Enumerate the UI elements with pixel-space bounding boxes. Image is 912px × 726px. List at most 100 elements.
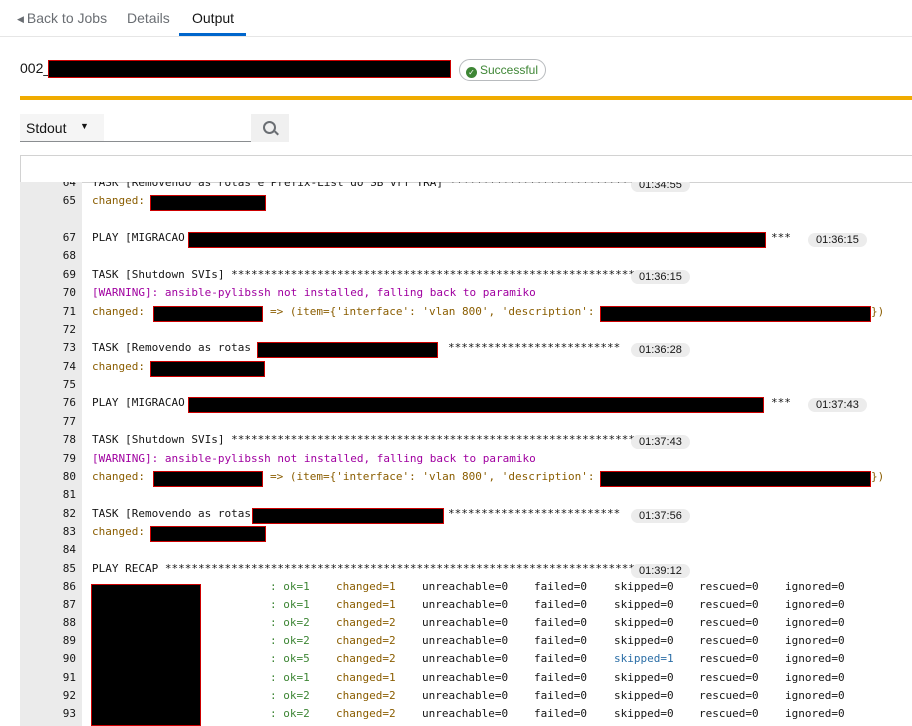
recap-changed: changed=1	[336, 598, 396, 611]
recap-failed: failed=0	[534, 652, 587, 665]
line-number: 75	[62, 378, 76, 391]
search-button[interactable]	[251, 114, 289, 142]
log-line: 80 changed: => (item={'interface': 'vlan …	[20, 470, 912, 488]
line-number: 81	[62, 488, 76, 501]
timestamp-badge: 01:34:55	[631, 182, 690, 192]
redacted-text	[252, 508, 444, 524]
log-line: 74 changed:	[20, 360, 912, 378]
log-line-text: changed:	[92, 305, 152, 318]
timestamp-badge: 01:36:28	[631, 343, 690, 357]
job-output-log[interactable]: 64 TASK [Removendo as rotas e Prefix-List…	[20, 182, 912, 726]
recap-unreachable: unreachable=0	[422, 671, 509, 684]
log-line-text: TASK [Shutdown SVIs] *******************…	[92, 268, 649, 281]
line-number: 82	[62, 507, 76, 520]
log-line: 78 TASK [Shutdown SVIs] *****************…	[20, 433, 912, 451]
recap-unreachable: unreachable=0	[422, 598, 509, 611]
log-line: 83 changed:	[20, 525, 912, 543]
log-line-text: TASK [Removendo as rotas	[92, 507, 258, 520]
line-number: 88	[62, 616, 76, 629]
line-number: 77	[62, 415, 76, 428]
log-line-text: changed:	[92, 470, 152, 483]
status-badge: ✓ Successful	[459, 59, 547, 81]
redacted-text	[150, 361, 265, 377]
timestamp-badge: 01:36:15	[808, 233, 867, 247]
line-number: 65	[62, 194, 76, 207]
recap-ignored: ignored=0	[785, 580, 845, 593]
log-line: 68	[20, 249, 912, 267]
log-line: 81	[20, 488, 912, 506]
log-line-text: TASK [Shutdown SVIs] *******************…	[92, 433, 649, 446]
line-number: 70	[62, 286, 76, 299]
recap-skipped: skipped=0	[614, 598, 674, 611]
log-line: 70 [WARNING]: ansible-pylibssh not instal…	[20, 286, 912, 304]
tab-back-to-jobs[interactable]: ◀ Back to Jobs	[17, 10, 107, 26]
recap-skipped: skipped=0	[614, 689, 674, 702]
redacted-text	[150, 195, 266, 211]
recap-ignored: ignored=0	[785, 689, 845, 702]
redacted-text	[257, 342, 438, 358]
log-line-text: changed:	[92, 194, 152, 207]
recap-changed: changed=2	[336, 689, 396, 702]
log-line: 71 changed: => (item={'interface': 'vlan …	[20, 305, 912, 323]
line-number: 89	[62, 634, 76, 647]
log-line-item: => (item={'interface': 'vlan 800', 'desc…	[270, 305, 602, 318]
recap-ignored: ignored=0	[785, 707, 845, 720]
recap-ignored: ignored=0	[785, 634, 845, 647]
line-number: 87	[62, 598, 76, 611]
line-number: 93	[62, 707, 76, 720]
recap-ignored: ignored=0	[785, 652, 845, 665]
line-number: 85	[62, 562, 76, 575]
timestamp-badge: 01:37:56	[631, 509, 690, 523]
log-line-end: })	[871, 470, 885, 483]
redacted-text	[188, 397, 764, 413]
log-line-text: TASK [Removendo as rotas	[92, 341, 258, 354]
recap-changed: changed=1	[336, 671, 396, 684]
recap-ignored: ignored=0	[785, 616, 845, 629]
recap-rescued: rescued=0	[699, 707, 759, 720]
redacted-text	[600, 471, 871, 487]
tab-back-label: Back to Jobs	[26, 10, 108, 26]
output-filter-select[interactable]: Stdout ▼	[20, 114, 104, 142]
caret-down-icon: ▼	[80, 121, 89, 131]
recap-ok: : ok=1	[270, 598, 310, 611]
recap-skipped: skipped=0	[614, 580, 674, 593]
recap-rescued: rescued=0	[699, 616, 759, 629]
log-line-text: changed:	[92, 525, 152, 538]
line-number: 67	[62, 231, 76, 244]
recap-rescued: rescued=0	[699, 689, 759, 702]
recap-changed: changed=2	[336, 616, 396, 629]
log-line: 65 changed:	[20, 194, 912, 212]
recap-failed: failed=0	[534, 580, 587, 593]
log-line: 69 TASK [Shutdown SVIs] *****************…	[20, 268, 912, 286]
redacted-text	[150, 526, 266, 542]
search-input[interactable]	[104, 114, 251, 142]
recap-ignored: ignored=0	[785, 671, 845, 684]
recap-ignored: ignored=0	[785, 598, 845, 611]
line-number: 92	[62, 689, 76, 702]
recap-unreachable: unreachable=0	[422, 634, 509, 647]
redacted-text	[600, 306, 871, 322]
log-line: 72	[20, 323, 912, 341]
line-number: 78	[62, 433, 76, 446]
tab-details[interactable]: Details	[127, 10, 170, 26]
line-number: 69	[62, 268, 76, 281]
redacted-text	[188, 232, 766, 248]
timestamp-badge: 01:39:12	[631, 564, 690, 578]
recap-rescued: rescued=0	[699, 671, 759, 684]
log-line: 73 TASK [Removendo as rotas *************…	[20, 341, 912, 359]
log-line-text: [WARNING]: ansible-pylibssh not installe…	[92, 452, 536, 465]
active-tab-indicator	[179, 33, 246, 36]
redacted-job-name	[48, 60, 451, 78]
recap-skipped: skipped=0	[614, 634, 674, 647]
log-line-stars: ***	[771, 231, 791, 244]
recap-unreachable: unreachable=0	[422, 707, 509, 720]
redacted-text	[153, 471, 263, 487]
line-number: 80	[62, 470, 76, 483]
recap-changed: changed=1	[336, 580, 396, 593]
chevron-left-icon: ◀	[17, 14, 24, 24]
line-number: 91	[62, 671, 76, 684]
recap-failed: failed=0	[534, 707, 587, 720]
tab-output[interactable]: Output	[192, 10, 234, 26]
recap-ok: : ok=2	[270, 634, 310, 647]
log-line-text: changed:	[92, 360, 152, 373]
